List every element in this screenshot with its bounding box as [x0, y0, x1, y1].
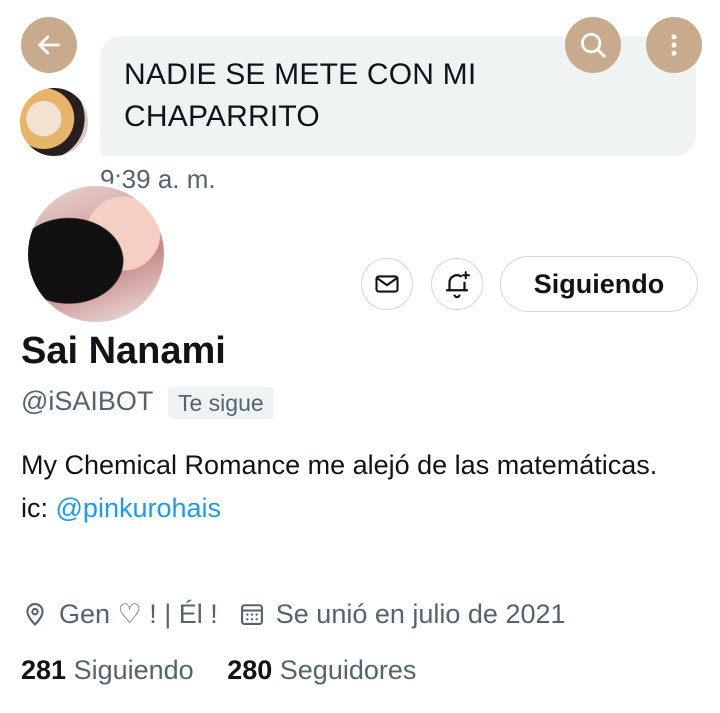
location-text: Gen ♡ ! | Él ! [59, 598, 218, 629]
followers-label: Seguidores [279, 655, 417, 685]
bio-mention-link[interactable]: @pinkurohais [56, 493, 222, 523]
arrow-left-icon [38, 35, 60, 55]
chat-bubble-line1: NADIE SE METE CON MI [124, 58, 477, 91]
joined-item: Se unió en julio de 2021 [238, 599, 566, 630]
back-button[interactable] [21, 17, 77, 73]
chat-bubble-line2: CHAPARRITO [124, 100, 320, 133]
profile-name: Sai Nanami [21, 330, 226, 372]
envelope-icon [375, 275, 399, 293]
more-options-button[interactable] [646, 17, 702, 73]
chat-bubble-text: NADIE SE METE CON MI CHAPARRITO [124, 54, 644, 138]
follows-you-badge: Te sigue [168, 387, 274, 419]
follow-stats: 281 Siguiendo 280 Seguidores [21, 655, 416, 686]
profile-avatar[interactable] [24, 182, 168, 326]
more-vertical-icon [671, 34, 677, 56]
followers-link[interactable]: 280 Seguidores [227, 655, 416, 685]
following-label: Siguiendo [73, 655, 194, 685]
profile-meta: Gen ♡ ! | Él ! Se unió en julio de 2021 [21, 594, 566, 634]
profile-handle: @iSAIBOT [21, 386, 154, 416]
profile-bio: My Chemical Romance me alejó de las mate… [21, 444, 661, 530]
search-button[interactable] [565, 17, 621, 73]
joined-text: Se unió en julio de 2021 [275, 598, 566, 629]
notifications-button[interactable] [431, 258, 483, 310]
message-button[interactable] [361, 258, 413, 310]
following-count: 281 [21, 655, 67, 685]
calendar-icon [240, 604, 263, 625]
following-link[interactable]: 281 Siguiendo [21, 655, 201, 685]
search-icon [581, 33, 606, 58]
followers-count: 280 [227, 655, 273, 685]
following-button[interactable]: Siguiendo [500, 256, 698, 312]
location-item: Gen ♡ ! | Él ! [21, 599, 218, 630]
banner-avatar-image [18, 86, 90, 158]
bell-plus-icon [445, 271, 470, 299]
location-pin-icon [26, 603, 44, 626]
